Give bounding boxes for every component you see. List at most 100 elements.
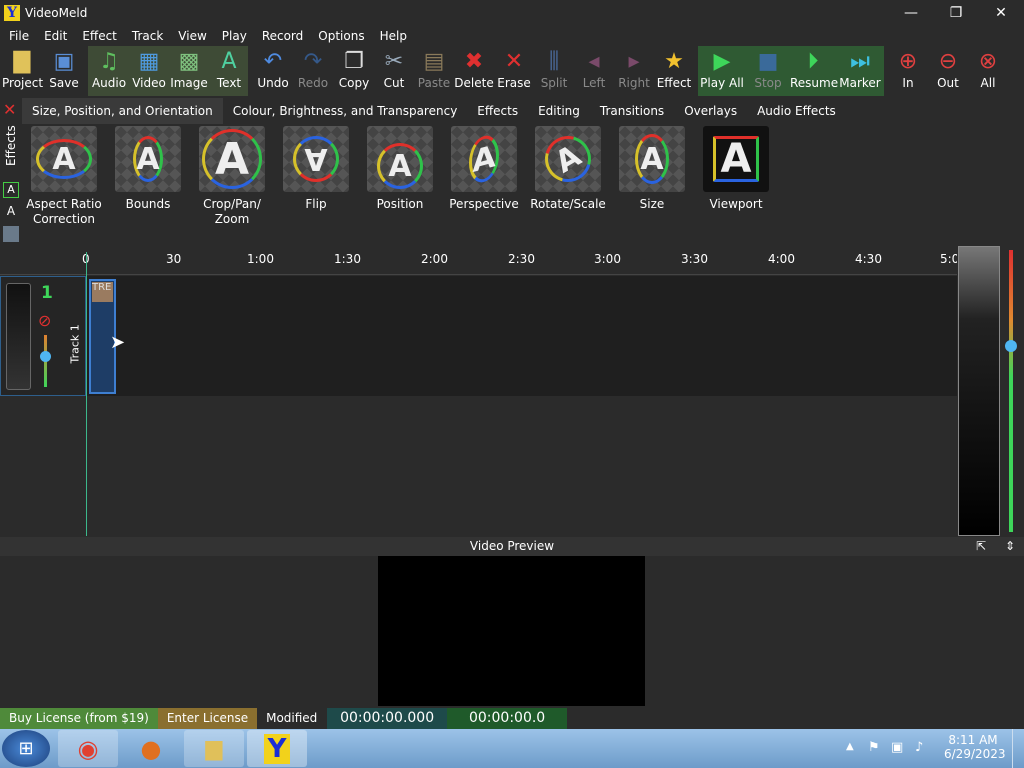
undo-icon: ↶	[263, 48, 283, 74]
menu-file[interactable]: File	[9, 29, 29, 43]
effect-category-icon[interactable]: A	[3, 182, 19, 198]
menu-track[interactable]: Track	[132, 29, 163, 43]
redo-button[interactable]: ↷ Redo	[293, 46, 333, 96]
menu-play[interactable]: Play	[222, 29, 247, 43]
start-button[interactable]: ⊞	[2, 730, 50, 767]
effect-rotate-scale[interactable]: A Rotate/Scale	[528, 126, 608, 212]
move-left-button[interactable]: ◂ Left	[574, 46, 614, 96]
tab-colour-brightness[interactable]: Colour, Brightness, and Transparency	[223, 98, 468, 124]
paste-button[interactable]: ▤ Paste	[414, 46, 454, 96]
zoom-all-icon: ⊗	[978, 48, 998, 74]
pin-icon[interactable]: ⇱	[976, 537, 986, 556]
enter-license-button[interactable]: Enter License	[157, 708, 258, 729]
tab-editing[interactable]: Editing	[528, 98, 590, 124]
master-volume-slider[interactable]	[1009, 250, 1013, 532]
split-button[interactable]: ⫼ Split	[534, 46, 574, 96]
track-volume-handle[interactable]	[40, 351, 51, 362]
move-right-button[interactable]: ▸ Right	[614, 46, 654, 96]
undo-button[interactable]: ↶ Undo	[253, 46, 293, 96]
perspective-thumbnail: A	[451, 126, 517, 192]
effect-size[interactable]: A Size	[612, 126, 692, 212]
network-icon[interactable]: ▣	[891, 740, 903, 755]
erase-button[interactable]: ✕ Erase	[494, 46, 534, 96]
add-image-button[interactable]: ▩ Image	[169, 46, 209, 96]
image-effect-icon[interactable]	[3, 226, 19, 242]
master-volume-handle[interactable]	[1005, 340, 1017, 352]
track-level-meter	[6, 283, 31, 390]
position-thumbnail: A	[367, 126, 433, 192]
clock[interactable]: 8:11 AM 6/29/2023	[944, 733, 1006, 761]
effects-strip: ✕ Effects A A	[0, 98, 22, 246]
tab-overlays[interactable]: Overlays	[674, 98, 747, 124]
taskbar-firefox[interactable]: ●	[121, 730, 181, 767]
crop-pan-zoom-thumbnail: A	[199, 126, 265, 192]
minimize-button[interactable]: —	[888, 0, 934, 26]
cut-button[interactable]: ✂ Cut	[374, 46, 414, 96]
effect-flip[interactable]: A Flip	[276, 126, 356, 212]
resize-icon[interactable]: ⇕	[1005, 537, 1015, 556]
taskbar-explorer[interactable]: ▆	[184, 730, 244, 767]
save-button[interactable]: ▣ Save	[44, 46, 84, 96]
tab-transitions[interactable]: Transitions	[590, 98, 674, 124]
video-icon: ▦	[138, 48, 160, 74]
menu-effect[interactable]: Effect	[82, 29, 117, 43]
tab-size-position[interactable]: Size, Position, and Orientation	[22, 98, 223, 124]
add-audio-button[interactable]: ♫ Audio	[89, 46, 129, 96]
windows-icon: ⊞	[18, 738, 34, 759]
show-desktop-button[interactable]	[1012, 729, 1024, 768]
add-video-button[interactable]: ▦ Video	[129, 46, 169, 96]
window-title: VideoMeld	[25, 6, 88, 20]
restore-button[interactable]: ❐	[933, 0, 979, 26]
add-text-button[interactable]: A Text	[209, 46, 249, 96]
taskbar-videomeld[interactable]: Y	[247, 730, 307, 767]
rotate-scale-thumbnail: A	[535, 126, 601, 192]
split-icon: ⫼	[548, 48, 560, 74]
zoom-all-button[interactable]: ⊗ All	[970, 46, 1006, 96]
timeline-ruler[interactable]: 0 30 1:00 1:30 2:00 2:30 3:00 3:30 4:00 …	[0, 247, 959, 275]
close-button[interactable]: ✕	[978, 0, 1024, 26]
zoom-in-button[interactable]: ⊕ In	[890, 46, 926, 96]
tray-expand-icon[interactable]: ▲	[846, 741, 854, 752]
effect-viewport[interactable]: A Viewport	[696, 126, 776, 212]
delete-button[interactable]: ✖ Delete	[454, 46, 494, 96]
menu-view[interactable]: View	[178, 29, 206, 43]
marker-button[interactable]: ⏭ Marker	[838, 46, 882, 96]
effect-crop-pan-zoom[interactable]: A Crop/Pan/ Zoom	[192, 126, 272, 227]
clock-time: 8:11 AM	[948, 733, 998, 747]
menu-record[interactable]: Record	[262, 29, 303, 43]
paste-icon: ▤	[423, 48, 445, 74]
stop-button[interactable]: ■ Stop	[748, 46, 788, 96]
menu-options[interactable]: Options	[318, 29, 364, 43]
action-center-icon[interactable]: ⚑	[868, 740, 880, 755]
resume-icon: ⏵	[807, 48, 819, 74]
text-effect-icon[interactable]: A	[3, 204, 19, 220]
taskbar-chrome[interactable]: ◉	[58, 730, 118, 767]
stop-icon: ■	[757, 48, 779, 74]
track-header[interactable]: 1 ⊘ Track 1	[0, 276, 86, 396]
effect-button[interactable]: ★ Effect	[654, 46, 694, 96]
volume-icon[interactable]: ♪	[915, 740, 923, 755]
timeline-area[interactable]	[0, 276, 957, 396]
play-all-button[interactable]: ▶ Play All	[698, 46, 746, 96]
copy-button[interactable]: ❐ Copy	[334, 46, 374, 96]
effect-perspective[interactable]: A Perspective	[444, 126, 524, 212]
effect-position[interactable]: A Position	[360, 126, 440, 212]
tab-audio-effects[interactable]: Audio Effects	[747, 98, 846, 124]
menu-help[interactable]: Help	[380, 29, 407, 43]
effect-bounds[interactable]: A Bounds	[108, 126, 188, 212]
menu-edit[interactable]: Edit	[44, 29, 67, 43]
playhead[interactable]	[86, 252, 87, 536]
mute-icon[interactable]: ⊘	[38, 311, 51, 330]
zoom-out-button[interactable]: ⊖ Out	[930, 46, 966, 96]
project-button[interactable]: ▇ Project	[2, 46, 43, 96]
text-icon: A	[221, 48, 237, 74]
effect-aspect-ratio[interactable]: A Aspect Ratio Correction	[24, 126, 104, 227]
buy-license-button[interactable]: Buy License (from $19)	[0, 708, 158, 729]
move-left-icon: ◂	[588, 48, 600, 74]
folder-icon: ▆	[205, 736, 223, 761]
firefox-icon: ●	[140, 734, 162, 763]
project-icon: ▇	[13, 48, 31, 74]
ruler-tick: 4:00	[768, 252, 795, 266]
tab-effects[interactable]: Effects	[467, 98, 528, 124]
resume-button[interactable]: ⏵ Resume	[790, 46, 838, 96]
